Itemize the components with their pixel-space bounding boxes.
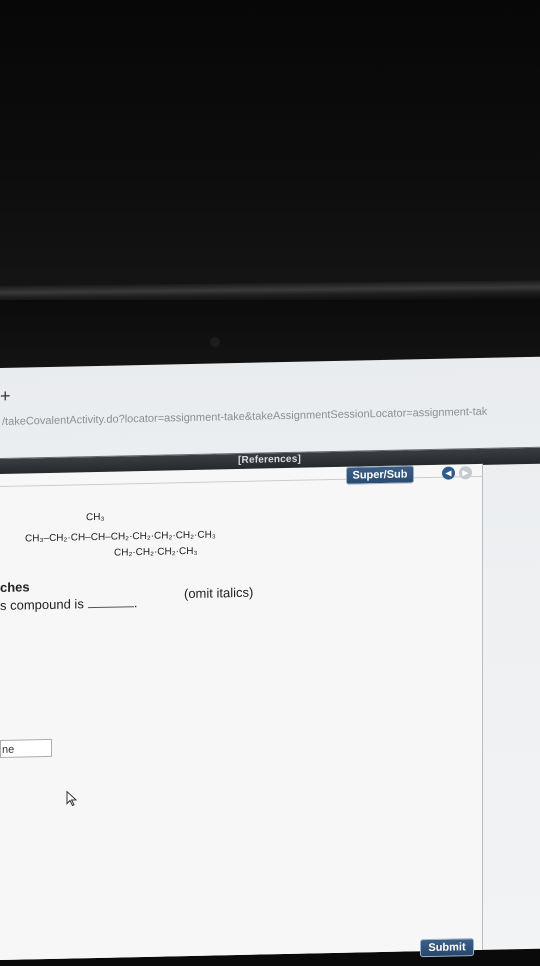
chem-branch-bottom: CH₂·CH₂·CH₂·CH₃ <box>114 545 198 559</box>
question-prompt-text: s compound is <box>0 596 84 613</box>
answer-input[interactable]: ne <box>0 738 52 758</box>
webcam-dot <box>210 337 220 347</box>
address-bar[interactable]: /takeCovalentActivity.do?locator=assignm… <box>0 405 540 438</box>
references-link[interactable]: [References] <box>238 454 301 466</box>
super-sub-button[interactable]: Super/Sub <box>346 465 414 485</box>
omit-italics-note: (omit italics) <box>184 584 254 602</box>
answer-blank <box>87 596 134 609</box>
question-heading: ches <box>0 579 30 595</box>
chem-branch-top: CH₃ <box>86 511 105 524</box>
new-tab-icon[interactable]: + <box>0 386 11 407</box>
question-prompt: s compound is. <box>0 595 138 613</box>
submit-button[interactable]: Submit <box>420 938 474 958</box>
arrow-right-icon[interactable]: ▶ <box>459 466 472 480</box>
mouse-pointer-icon <box>66 790 78 807</box>
browser-screen: + /takeCovalentActivity.do?locator=assig… <box>0 356 540 960</box>
monitor-bezel <box>0 0 540 290</box>
arrow-left-icon[interactable]: ◀ <box>442 466 455 480</box>
